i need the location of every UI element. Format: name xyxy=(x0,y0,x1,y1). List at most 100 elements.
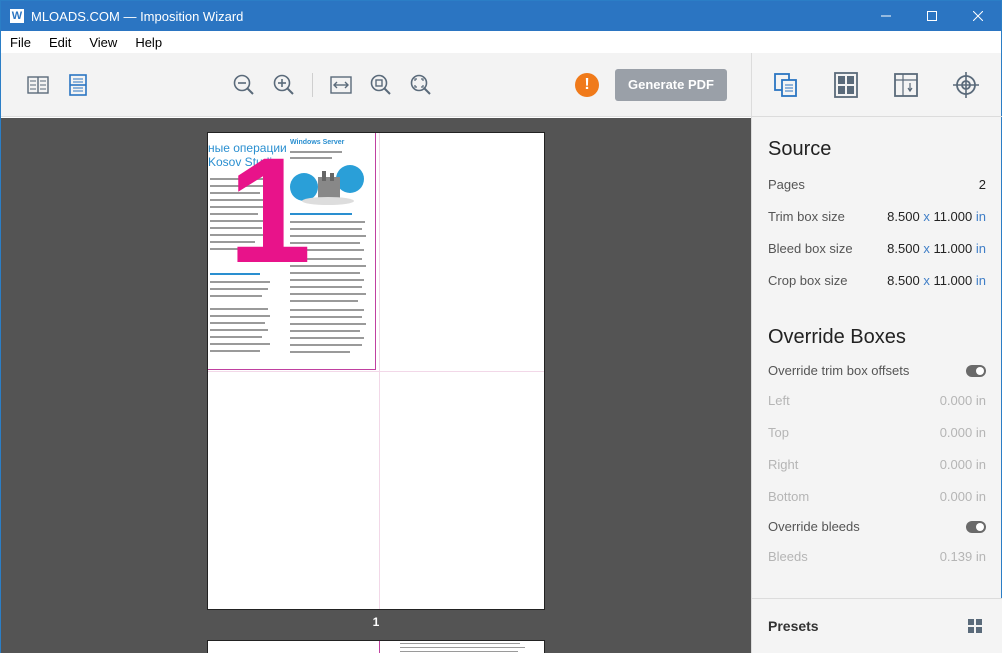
maximize-button[interactable] xyxy=(909,1,955,31)
zoom-in-icon xyxy=(273,74,294,95)
override-bleeds-row: Override bleeds xyxy=(768,519,986,539)
pages-row: Pages 2 xyxy=(768,177,986,197)
bleeds-value[interactable]: 0.139 in xyxy=(940,549,986,564)
menu-file[interactable]: File xyxy=(1,35,40,50)
tab-sheet[interactable] xyxy=(890,69,922,101)
text-line xyxy=(210,343,270,345)
toolbar-separator xyxy=(312,73,313,97)
override-bleeds-label: Override bleeds xyxy=(768,519,860,534)
crop-box-label: Crop box size xyxy=(768,273,848,288)
text-line xyxy=(210,308,268,310)
menu-edit[interactable]: Edit xyxy=(40,35,80,50)
columns-view-icon xyxy=(27,76,49,94)
fold-guide-horizontal xyxy=(208,371,544,372)
fit-width-button[interactable] xyxy=(329,73,353,97)
presets-label: Presets xyxy=(768,618,819,634)
properties-sidebar: Source Pages 2 Trim box size 8.500 x 11.… xyxy=(751,53,1002,653)
warning-icon[interactable]: ! xyxy=(575,73,599,97)
preview-canvas[interactable]: ные операции Kosov Studio Windows Server xyxy=(1,118,751,653)
source-pages-icon xyxy=(774,73,797,97)
tab-marks[interactable] xyxy=(950,69,982,101)
override-trim-label: Override trim box offsets xyxy=(768,363,910,378)
page-order-number: 1 xyxy=(228,133,312,294)
fold-guide-vertical xyxy=(379,641,380,653)
offset-top-value[interactable]: 0.000 in xyxy=(940,425,986,440)
bleeds-label: Bleeds xyxy=(768,549,808,564)
text-line xyxy=(400,647,525,648)
text-line xyxy=(210,350,260,352)
text-line xyxy=(290,330,360,332)
registration-mark-icon xyxy=(953,72,979,98)
text-line xyxy=(400,643,520,644)
trim-box-label: Trim box size xyxy=(768,209,845,224)
text-line xyxy=(290,309,364,311)
offset-right-number: 0.000 xyxy=(939,457,973,472)
text-line xyxy=(290,323,366,325)
title-bar: W MLOADS.COM — Imposition Wizard xyxy=(1,1,1001,31)
offset-right-value[interactable]: 0.000 in xyxy=(940,457,986,472)
tab-layout[interactable] xyxy=(830,69,862,101)
text-line xyxy=(210,329,268,331)
offset-left-value[interactable]: 0.000 in xyxy=(940,393,986,408)
unit-label: in xyxy=(975,457,986,472)
bleed-width: 8.500 xyxy=(887,241,920,256)
bleed-height: 11.000 xyxy=(933,241,973,256)
override-section-title: Override Boxes xyxy=(768,326,906,348)
crop-box-value: 8.500 x 11.000 in xyxy=(887,273,986,288)
bleeds-row: Bleeds 0.139 in xyxy=(768,549,986,569)
sheet-size-icon xyxy=(894,73,918,97)
offset-left-label: Left xyxy=(768,393,790,408)
zoom-in-button[interactable] xyxy=(272,73,296,97)
crop-box-row: Crop box size 8.500 x 11.000 in xyxy=(768,273,986,293)
minimize-button[interactable] xyxy=(863,1,909,31)
window-controls xyxy=(863,1,1001,31)
offset-left-row: Left 0.000 in xyxy=(768,393,986,413)
app-window: W MLOADS.COM — Imposition Wizard File Ed… xyxy=(0,0,1002,653)
sidebar-tabs xyxy=(752,53,1002,117)
bleeds-number: 0.139 xyxy=(939,549,973,564)
close-button[interactable] xyxy=(955,1,1001,31)
fit-width-icon xyxy=(330,76,352,94)
dimension-separator: x xyxy=(923,209,930,224)
offset-top-number: 0.000 xyxy=(939,425,973,440)
unit-label: in xyxy=(975,241,986,256)
maximize-icon xyxy=(927,11,937,21)
text-line xyxy=(290,337,364,339)
offset-bottom-label: Bottom xyxy=(768,489,810,504)
offset-bottom-row: Bottom 0.000 in xyxy=(768,489,986,509)
minimize-icon xyxy=(881,15,891,17)
text-line xyxy=(210,295,262,297)
zoom-out-button[interactable] xyxy=(232,73,256,97)
dimension-separator: x xyxy=(923,241,930,256)
text-line xyxy=(290,344,362,346)
view-rows-button[interactable] xyxy=(66,73,90,97)
unit-label: in xyxy=(975,549,986,564)
override-trim-toggle[interactable] xyxy=(966,365,986,377)
pages-label: Pages xyxy=(768,177,805,192)
menu-view[interactable]: View xyxy=(80,35,126,50)
pages-value: 2 xyxy=(978,177,986,192)
menu-help[interactable]: Help xyxy=(126,35,171,50)
zoom-actual-button[interactable] xyxy=(369,73,393,97)
sheet-number-label: 1 xyxy=(372,615,380,629)
close-icon xyxy=(973,11,983,21)
override-bleeds-toggle[interactable] xyxy=(966,521,986,533)
text-line xyxy=(290,300,358,302)
bleed-box-label: Bleed box size xyxy=(768,241,853,256)
zoom-fit-button[interactable] xyxy=(409,73,433,97)
presets-bar[interactable]: Presets xyxy=(752,598,1002,653)
generate-pdf-button[interactable]: Generate PDF xyxy=(615,69,727,101)
zoom-actual-icon xyxy=(370,74,391,95)
view-columns-button[interactable] xyxy=(26,73,50,97)
app-logo-icon: W xyxy=(10,9,24,23)
offset-bottom-value[interactable]: 0.000 in xyxy=(940,489,986,504)
unit-label: in xyxy=(975,393,986,408)
tab-source[interactable] xyxy=(770,69,802,101)
window-title: MLOADS.COM — Imposition Wizard xyxy=(31,8,244,24)
menu-bar: File Edit View Help xyxy=(1,31,1001,53)
trim-height: 11.000 xyxy=(933,209,973,224)
offset-left-number: 0.000 xyxy=(939,393,973,408)
presets-grid-icon[interactable] xyxy=(968,619,982,633)
text-line xyxy=(210,315,270,317)
source-section-title: Source xyxy=(768,138,832,160)
